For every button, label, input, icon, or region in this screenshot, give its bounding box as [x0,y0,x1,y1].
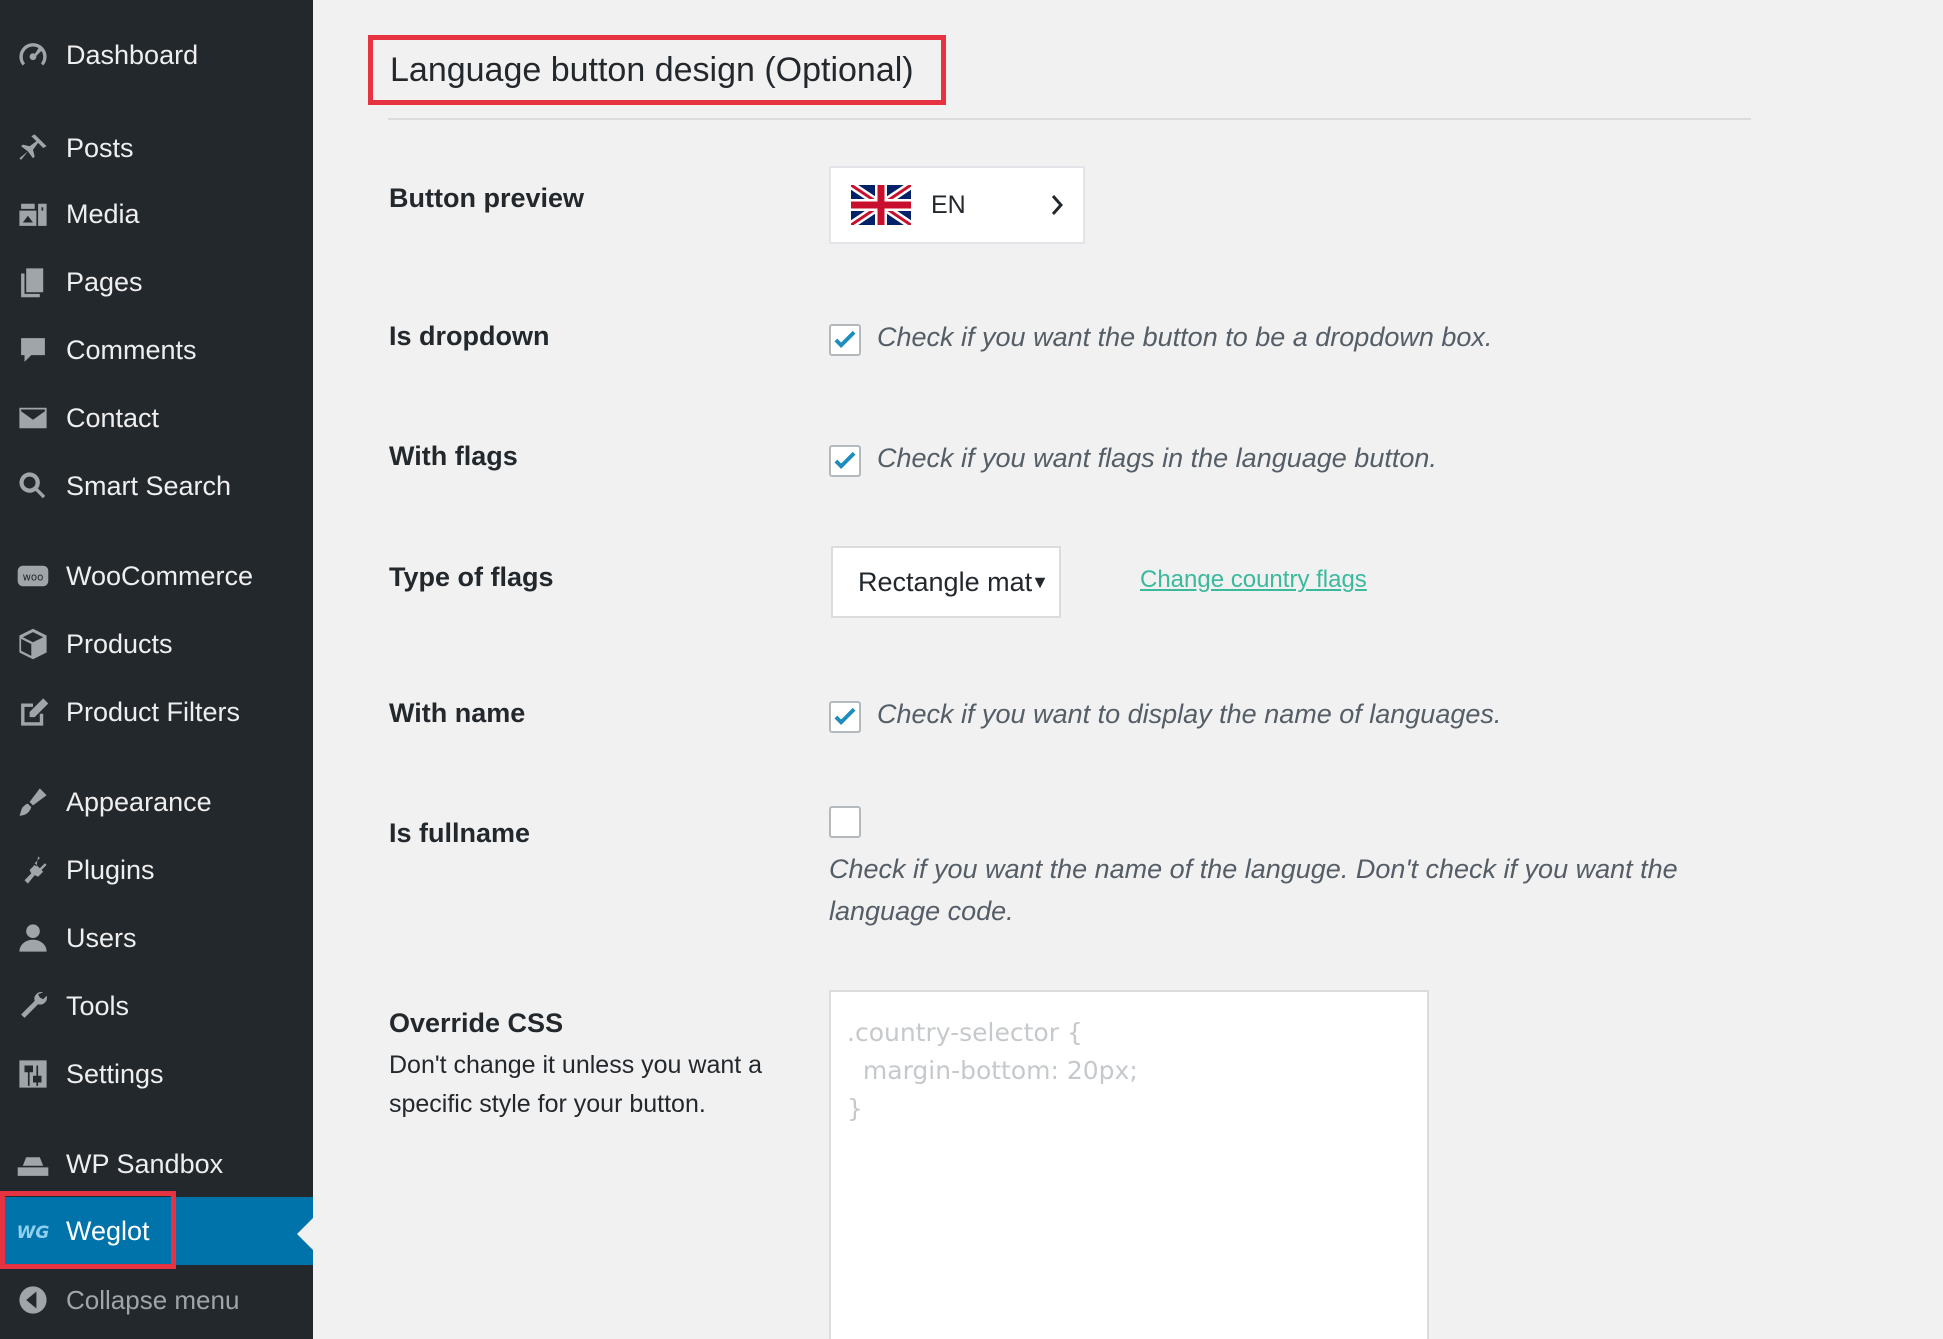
sidebar-item-products[interactable]: Products [0,612,313,676]
sidebar-item-label: Settings [66,1058,164,1089]
language-code: EN [931,190,966,219]
sidebar-item-label: Users [66,922,137,953]
sidebar-item-label: Weglot [66,1215,150,1246]
checkmark-icon [834,330,856,348]
sidebar-item-label: Smart Search [66,470,232,501]
wrench-icon [0,974,66,1038]
active-indicator [297,1218,313,1250]
is-fullname-description: Check if you want the name of the langug… [829,854,1678,926]
language-button-preview[interactable]: EN [829,166,1085,244]
dropdown-arrow-icon: ▼ [1031,572,1049,592]
admin-sidebar: Dashboard Posts Media Pages Comments Con… [0,0,313,1339]
pin-icon [0,116,66,180]
button-preview-label: Button preview [389,183,585,213]
with-name-label: With name [389,698,526,728]
collapse-menu-label: Collapse menu [66,1284,240,1315]
sidebar-item-product-filters[interactable]: Product Filters [0,680,313,744]
svg-text:woo: woo [23,572,44,583]
search-icon [0,454,66,518]
override-css-label: Override CSS [389,1008,564,1038]
sidebar-item-tools[interactable]: Tools [0,974,313,1038]
collapse-menu-button[interactable]: Collapse menu [0,1268,313,1332]
checkmark-icon [834,707,856,725]
brush-icon [0,770,66,834]
user-icon [0,906,66,970]
with-flags-label: With flags [389,441,518,471]
main-content: Language button design (Optional) Button… [313,0,1943,1339]
sidebar-item-label: WooCommerce [66,560,254,591]
sidebar-item-label: Media [66,198,140,229]
sidebar-item-label: Comments [66,334,197,365]
chevron-right-icon [1051,195,1064,215]
sidebar-item-pages[interactable]: Pages [0,250,313,314]
with-flags-checkbox[interactable] [829,445,861,477]
sidebar-item-weglot[interactable]: WG Weglot [0,1197,313,1265]
sidebar-item-label: Appearance [66,786,212,817]
comment-icon [0,318,66,382]
dashboard-icon [0,23,66,87]
weglot-icon: WG [0,1199,66,1263]
sidebar-item-label: Dashboard [66,39,199,70]
section-divider [388,118,1751,120]
override-css-textarea[interactable]: .country-selector { margin-bottom: 20px;… [829,990,1429,1339]
sidebar-item-users[interactable]: Users [0,906,313,970]
section-title: Language button design (Optional) [390,50,914,89]
sidebar-item-wp-sandbox[interactable]: WP Sandbox [0,1132,313,1196]
flag-type-value: Rectangle mat [858,566,1033,597]
pages-icon [0,250,66,314]
sidebar-item-appearance[interactable]: Appearance [0,770,313,834]
is-fullname-label: Is fullname [389,818,531,848]
svg-text:WG: WG [17,1223,50,1243]
sidebar-item-settings[interactable]: Settings [0,1042,313,1106]
sidebar-item-comments[interactable]: Comments [0,318,313,382]
sidebar-item-label: Pages [66,266,143,297]
sidebar-item-smart-search[interactable]: Smart Search [0,454,313,518]
is-dropdown-checkbox[interactable] [829,324,861,356]
collapse-icon [0,1268,66,1332]
sandbox-icon [0,1132,66,1196]
is-fullname-checkbox[interactable] [829,806,861,838]
sidebar-item-label: Tools [66,990,130,1021]
flag-type-select[interactable]: Rectangle mat ▼ [831,546,1061,618]
media-icon [0,182,66,246]
change-country-flags-link[interactable]: Change country flags [1140,566,1367,594]
plug-icon [0,838,66,902]
with-name-checkbox[interactable] [829,701,861,733]
type-of-flags-label: Type of flags [389,562,554,592]
is-dropdown-label: Is dropdown [389,321,550,351]
edit-icon [0,680,66,744]
sidebar-item-label: WP Sandbox [66,1148,224,1179]
uk-flag-icon [851,185,911,225]
with-name-description: Check if you want to display the name of… [877,699,1502,729]
override-css-description: Don't change it unless you want a specif… [389,1051,763,1118]
sidebar-item-plugins[interactable]: Plugins [0,838,313,902]
sidebar-item-label: Product Filters [66,696,241,727]
with-flags-description: Check if you want flags in the language … [877,443,1437,473]
checkmark-icon [834,451,856,469]
sidebar-item-label: Products [66,628,173,659]
sidebar-item-label: Posts [66,132,134,163]
sidebar-item-contact[interactable]: Contact [0,386,313,450]
mail-icon [0,386,66,450]
sidebar-item-label: Plugins [66,854,155,885]
section-title-highlight: Language button design (Optional) [368,35,946,105]
sidebar-item-woocommerce[interactable]: woo WooCommerce [0,544,313,608]
woo-icon: woo [0,544,66,608]
box-icon [0,612,66,676]
sidebar-item-dashboard[interactable]: Dashboard [0,23,313,87]
settings-icon [0,1042,66,1106]
sidebar-item-posts[interactable]: Posts [0,116,313,180]
sidebar-item-label: Contact [66,402,160,433]
sidebar-item-media[interactable]: Media [0,182,313,246]
is-dropdown-description: Check if you want the button to be a dro… [877,322,1493,352]
